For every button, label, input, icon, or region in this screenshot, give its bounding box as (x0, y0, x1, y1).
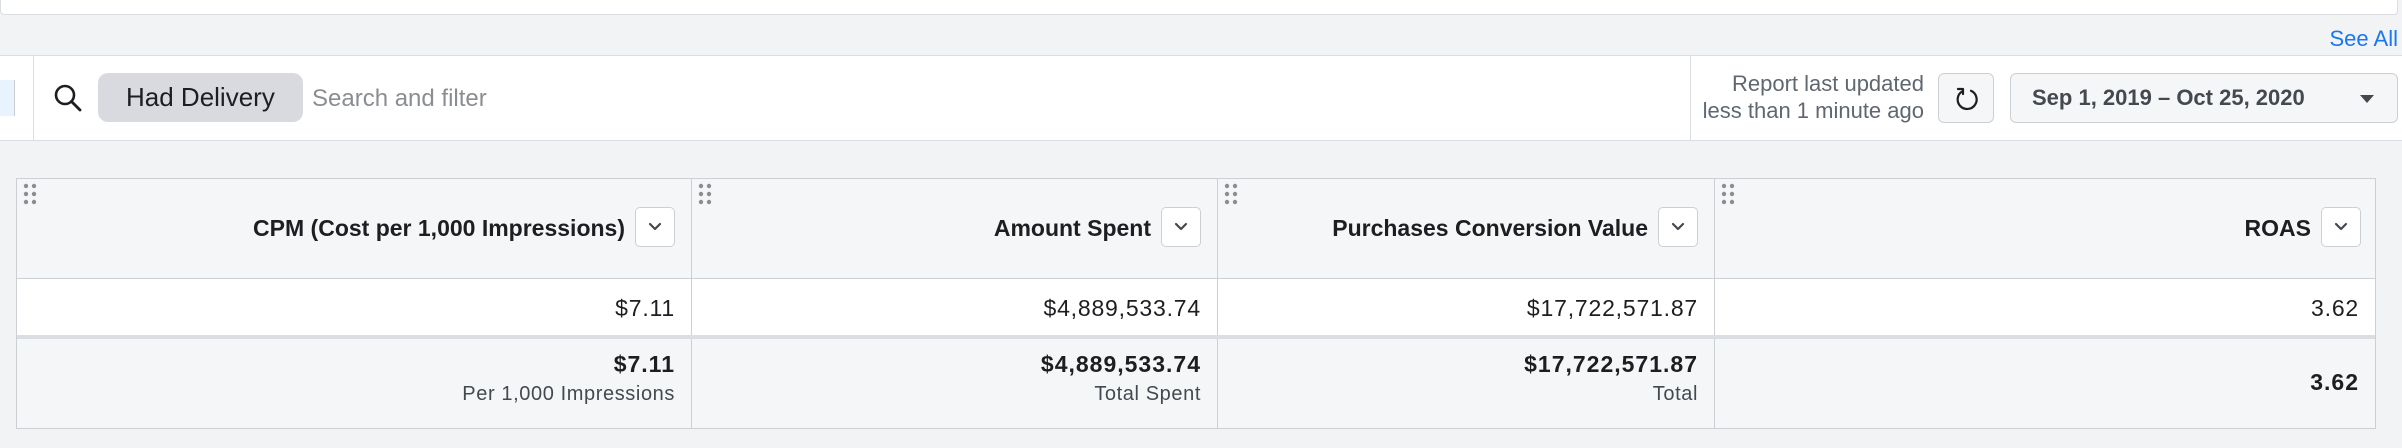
report-status-line2: less than 1 minute ago (1702, 98, 1924, 123)
caret-down-icon (2360, 95, 2374, 103)
total-cell: $7.11 Per 1,000 Impressions (17, 339, 692, 428)
drag-handle-icon[interactable] (1224, 183, 1238, 205)
divider (33, 56, 34, 140)
column-header-amount-spent[interactable]: Amount Spent (692, 179, 1218, 279)
refresh-button[interactable] (1938, 73, 1994, 123)
table-cell: $7.11 (17, 279, 692, 335)
table-cell: $4,889,533.74 (692, 279, 1218, 335)
column-header-cpm[interactable]: CPM (Cost per 1,000 Impressions) (17, 179, 692, 279)
column-header-label: Amount Spent (993, 215, 1151, 241)
report-status-line1: Report last updated (1731, 71, 1924, 96)
search-and-filter-input[interactable] (310, 76, 1664, 122)
filter-bar: Had Delivery Report last updated less th… (0, 55, 2402, 141)
column-header-label: Purchases Conversion Value (1332, 215, 1648, 241)
date-range-picker[interactable]: Sep 1, 2019 – Oct 25, 2020 (2010, 73, 2398, 123)
column-header-roas[interactable]: ROAS (1715, 179, 2375, 279)
table-cell: 3.62 (1715, 279, 2375, 335)
top-card (0, 0, 2398, 15)
drag-handle-icon[interactable] (698, 183, 712, 205)
total-cpm-label: Per 1,000 Impressions (462, 383, 675, 405)
column-menu-button[interactable] (635, 207, 675, 247)
date-range-label: Sep 1, 2019 – Oct 25, 2020 (2032, 85, 2305, 110)
total-amount-spent-label: Total Spent (1094, 383, 1201, 405)
amount-spent-value: $4,889,533.74 (1043, 295, 1201, 321)
total-cell: $17,722,571.87 Total (1218, 339, 1715, 428)
table-cell: $17,722,571.87 (1218, 279, 1715, 335)
column-header-label: CPM (Cost per 1,000 Impressions) (253, 215, 625, 241)
total-amount-spent-value: $4,889,533.74 (1040, 351, 1201, 377)
purchases-conversion-value: $17,722,571.87 (1526, 295, 1698, 321)
refresh-icon (1956, 87, 1978, 111)
collapsed-panel-edge[interactable] (0, 80, 15, 116)
had-delivery-filter-chip[interactable]: Had Delivery (98, 73, 303, 122)
metrics-table: CPM (Cost per 1,000 Impressions) Amount … (16, 178, 2376, 429)
chevron-down-icon (1174, 222, 1188, 231)
total-cell: 3.62 (1715, 339, 2375, 428)
total-cpm-value: $7.11 (613, 351, 675, 377)
drag-handle-icon[interactable] (1721, 183, 1735, 205)
roas-value: 3.62 (2311, 295, 2359, 321)
column-header-purchases-conversion-value[interactable]: Purchases Conversion Value (1218, 179, 1715, 279)
total-cell: $4,889,533.74 Total Spent (692, 339, 1218, 428)
total-conversion-label: Total (1652, 383, 1698, 405)
chevron-down-icon (1671, 222, 1685, 231)
cpm-value: $7.11 (615, 295, 675, 321)
column-menu-button[interactable] (1161, 207, 1201, 247)
column-header-label: ROAS (2244, 215, 2311, 241)
report-status: Report last updated less than 1 minute a… (1690, 70, 1924, 124)
column-menu-button[interactable] (2321, 207, 2361, 247)
chevron-down-icon (2334, 222, 2348, 231)
column-menu-button[interactable] (1658, 207, 1698, 247)
search-icon[interactable] (52, 82, 84, 114)
total-conversion-value: $17,722,571.87 (1524, 351, 1698, 377)
total-roas-value: 3.62 (2310, 369, 2359, 395)
see-all-link[interactable]: See All (2330, 26, 2399, 52)
drag-handle-icon[interactable] (23, 183, 37, 205)
chevron-down-icon (648, 222, 662, 231)
